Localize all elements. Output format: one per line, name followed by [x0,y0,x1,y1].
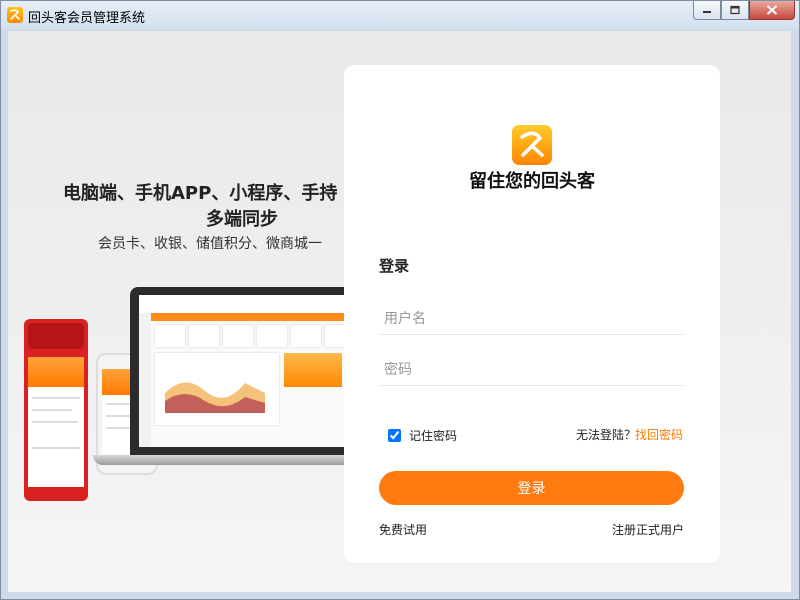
laptop-screen-banner [151,313,361,321]
window-title: 回头客会员管理系统 [28,11,146,26]
maximize-button[interactable] [721,1,749,20]
pos-printer [28,323,84,349]
app-window: 回头客会员管理系统 电脑端、手机APP、小程序、手持 多端同步 会员卡、收银、储… [0,0,800,600]
brand-logo-icon [512,125,552,165]
pos-screen [28,357,84,487]
brand-slogan: 留住您的回头客 [469,171,595,192]
title-bar[interactable]: 回头客会员管理系统 [1,1,799,29]
pos-line [32,409,72,411]
pos-device-illustration [24,319,88,501]
area-chart-thumbnail [155,353,279,425]
client-area: 电脑端、手机APP、小程序、手持 多端同步 会员卡、收银、储值积分、微商城一 留… [8,31,791,592]
close-icon [766,5,778,15]
minimize-icon [703,11,711,13]
remember-password-checkbox[interactable] [388,429,401,442]
stat-card [291,325,321,347]
pos-line [32,447,80,449]
stat-card [189,325,219,347]
register-link[interactable]: 注册正式用户 [612,521,684,538]
laptop-screen [139,295,361,447]
pos-screen-header [28,357,84,387]
area-chart-graphic [165,382,265,413]
free-trial-link[interactable]: 免费试用 [379,521,427,538]
pos-line [32,397,80,399]
login-card: 留住您的回头客 登录 记住密码 无法登陆？ 找回密码 登录 免费试用 注册正式用… [344,65,720,563]
laptop-screen-topbar [139,295,361,314]
password-input[interactable] [379,354,684,386]
promo-subline: 会员卡、收银、储值积分、微商城一 [98,236,322,252]
stat-card [155,325,185,347]
remember-password-label: 记住密码 [409,429,458,443]
username-input[interactable] [379,303,684,335]
summary-panel-thumbnail [284,353,342,387]
close-button[interactable] [749,1,795,20]
runner-logo-icon [7,7,23,23]
laptop-illustration [130,287,370,455]
stat-card [257,325,287,347]
pos-line [32,421,78,423]
cant-login-text: 无法登陆？ [576,428,637,442]
login-heading: 登录 [379,257,410,275]
promo-headline-2: 多端同步 [206,209,278,230]
find-password-link[interactable]: 找回密码 [635,426,683,443]
stat-card [223,325,253,347]
minimize-button[interactable] [693,1,721,20]
remember-password[interactable]: 记住密码 [388,427,457,444]
laptop-screen-sidebar [139,313,151,447]
login-button[interactable]: 登录 [379,471,684,505]
promo-headline: 电脑端、手机APP、小程序、手持 [63,183,338,204]
window-controls [693,1,795,21]
maximize-icon [730,5,740,15]
